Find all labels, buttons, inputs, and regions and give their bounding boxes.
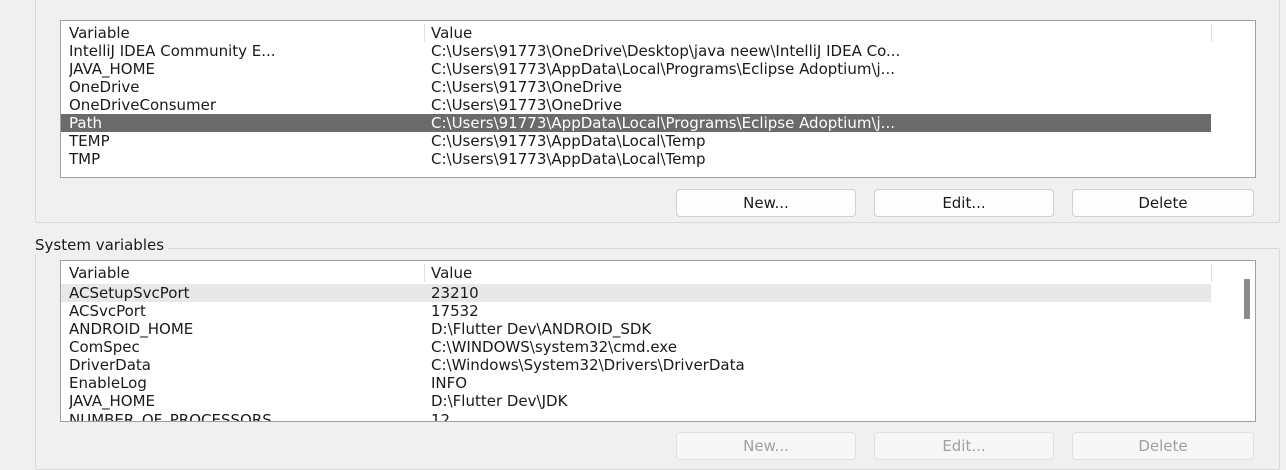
variable-value: INFO [431,374,468,392]
table-row[interactable]: TEMP C:\Users\91773\AppData\Local\Temp [61,132,1211,150]
table-row[interactable]: ComSpec C:\WINDOWS\system32\cmd.exe [61,338,1211,356]
variable-value: D:\Flutter Dev\JDK [431,392,568,410]
variable-name: JAVA_HOME [69,392,156,410]
variable-name: ACSetupSvcPort [69,284,190,302]
variable-name: EnableLog [69,374,147,392]
column-header-value[interactable]: Value [431,24,1221,42]
variable-value: D:\Flutter Dev\ANDROID_SDK [431,320,652,338]
column-divider[interactable] [1211,264,1212,282]
table-row[interactable]: ACSvcPort 17532 [61,302,1211,320]
variable-value: 17532 [431,302,479,320]
system-variables-title: System variables [35,236,169,254]
variable-value: C:\Windows\System32\Drivers\DriverData [431,356,745,374]
list-header: Variable Value [61,24,1212,42]
variable-name: ANDROID_HOME [69,320,194,338]
table-row[interactable]: JAVA_HOME C:\Users\91773\AppData\Local\P… [61,60,1211,78]
table-row-selected[interactable]: Path C:\Users\91773\AppData\Local\Progra… [61,114,1211,132]
table-row[interactable]: TMP C:\Users\91773\AppData\Local\Temp [61,150,1211,168]
system-variables-list[interactable]: Variable Value ACSetupSvcPort 23210 ACSv… [60,260,1256,422]
variable-name: Path [69,114,102,132]
scrollbar-thumb[interactable] [1244,279,1250,319]
table-row[interactable]: ACSetupSvcPort 23210 [61,284,1211,302]
variable-name: ACSvcPort [69,302,146,320]
variable-name: TEMP [69,132,110,150]
variable-value: C:\Users\91773\AppData\Local\Programs\Ec… [431,114,895,132]
user-edit-button[interactable]: Edit... [874,189,1054,217]
variable-value: C:\WINDOWS\system32\cmd.exe [431,338,677,356]
table-row[interactable]: ANDROID_HOME D:\Flutter Dev\ANDROID_SDK [61,320,1211,338]
variable-name: OneDriveConsumer [69,96,217,114]
variable-value: C:\Users\91773\OneDrive [431,96,622,114]
table-row[interactable]: EnableLog INFO [61,374,1211,392]
variable-name: JAVA_HOME [69,60,156,78]
variable-name: NUMBER_OF_PROCESSORS [69,411,272,422]
table-row[interactable]: DriverData C:\Windows\System32\Drivers\D… [61,356,1211,374]
variable-value: C:\Users\91773\AppData\Local\Temp [431,150,706,168]
column-header-value[interactable]: Value [431,264,1221,282]
table-row[interactable]: OneDriveConsumer C:\Users\91773\OneDrive [61,96,1211,114]
column-divider[interactable] [424,24,425,42]
variable-value: 12 [431,411,451,422]
system-delete-button[interactable]: Delete [1072,432,1254,460]
variable-name: OneDrive [69,78,140,96]
user-variables-list[interactable]: Variable Value IntelliJ IDEA Community E… [60,20,1256,178]
user-new-button[interactable]: New... [676,189,856,217]
system-new-button[interactable]: New... [676,432,856,460]
list-header: Variable Value [61,264,1212,282]
table-row[interactable]: IntelliJ IDEA Community E... C:\Users\91… [61,42,1211,60]
variable-name: DriverData [69,356,151,374]
column-divider[interactable] [424,264,425,282]
table-row[interactable]: NUMBER_OF_PROCESSORS 12 [61,411,1211,422]
variable-name: TMP [69,150,101,168]
variable-name: ComSpec [69,338,140,356]
column-header-variable[interactable]: Variable [69,24,409,42]
variable-value: C:\Users\91773\OneDrive\Desktop\java nee… [431,42,901,60]
variable-value: C:\Users\91773\AppData\Local\Programs\Ec… [431,60,895,78]
column-divider[interactable] [1211,24,1212,42]
variable-value: C:\Users\91773\AppData\Local\Temp [431,132,706,150]
variable-name: IntelliJ IDEA Community E... [69,42,276,60]
table-row[interactable]: OneDrive C:\Users\91773\OneDrive [61,78,1211,96]
system-edit-button[interactable]: Edit... [874,432,1054,460]
column-header-variable[interactable]: Variable [69,264,409,282]
table-row[interactable]: JAVA_HOME D:\Flutter Dev\JDK [61,392,1211,410]
user-delete-button[interactable]: Delete [1072,189,1254,217]
vertical-scrollbar[interactable] [1241,261,1254,421]
variable-value: C:\Users\91773\OneDrive [431,78,622,96]
variable-value: 23210 [431,284,479,302]
